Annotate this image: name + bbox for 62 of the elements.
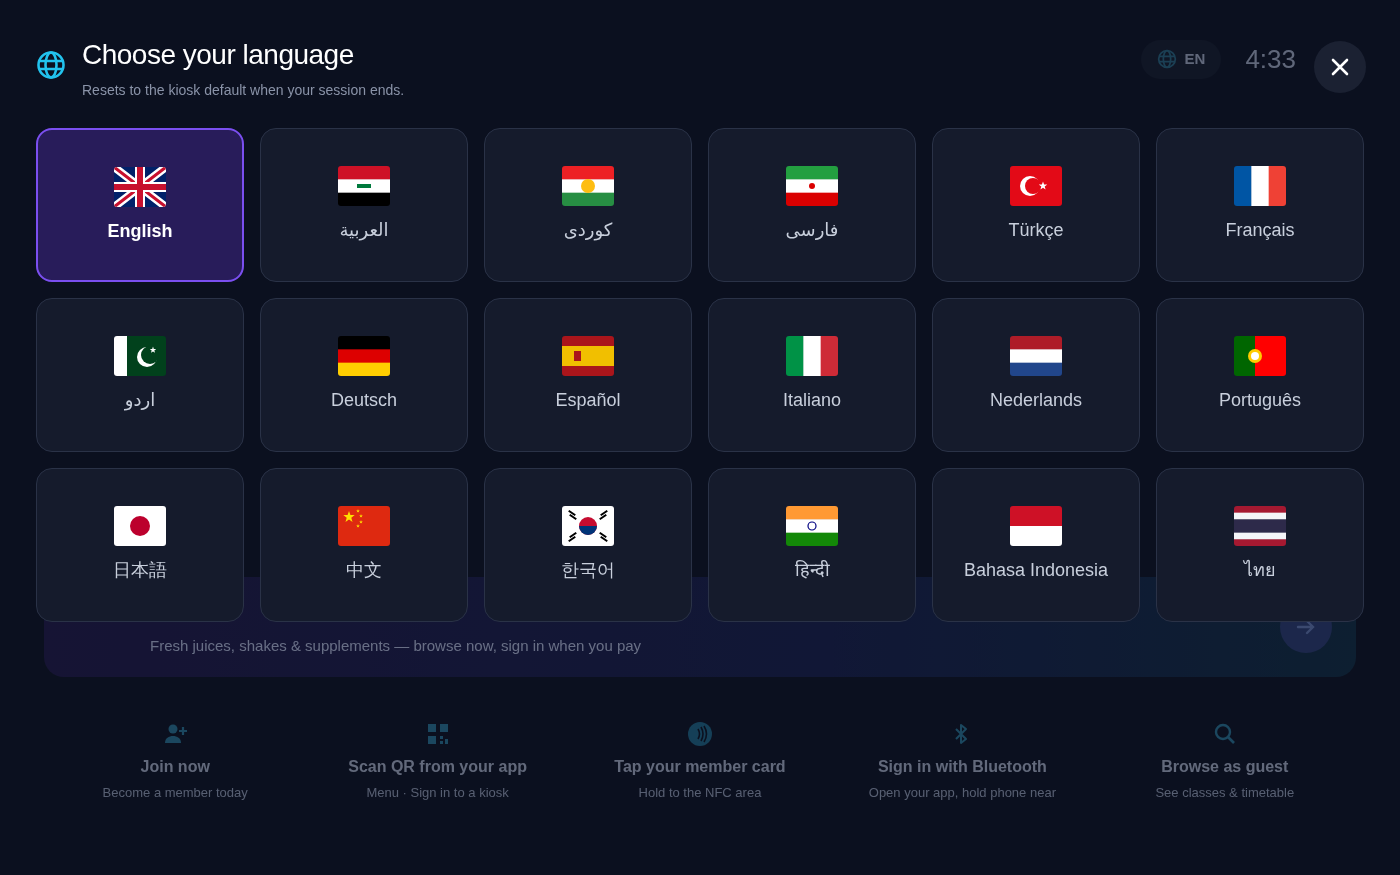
order-subtitle: Fresh juices, shakes & supplements — browse now, sign in when you pay (150, 636, 642, 656)
action-subtitle: Open your app, hold phone near (868, 784, 1056, 802)
language-option[interactable]: Nederlands (932, 298, 1140, 452)
language-option[interactable]: کوردی (484, 128, 692, 282)
flag-icon (786, 166, 838, 206)
language-label: Español (555, 389, 621, 412)
action-subtitle: Become a member today (102, 784, 248, 802)
language-option[interactable]: ไทย (1156, 468, 1364, 622)
tricolour-flag-icon (1010, 336, 1062, 376)
language-label: Português (1218, 389, 1302, 412)
action-subtitle: Hold to the NFC area (638, 784, 762, 802)
flag-icon (1010, 506, 1062, 546)
language-option[interactable]: 中文 (260, 468, 468, 622)
language-label: Nederlands (989, 389, 1083, 412)
language-label: English (107, 220, 173, 243)
crescent-flag-icon (1010, 166, 1062, 206)
dialog-title: Choose your language (82, 38, 355, 72)
language-label: Deutsch (330, 389, 397, 412)
flag-icon (562, 506, 614, 546)
globe-icon (1156, 49, 1177, 70)
language-option[interactable]: Türkçe (932, 128, 1140, 282)
tricolour-flag-icon (786, 506, 838, 546)
striped-flag-icon (1234, 506, 1286, 546)
language-label: Türkçe (1008, 219, 1064, 242)
language-label: فارسی (785, 219, 839, 242)
action-subtitle: See classes & timetable (1155, 784, 1295, 802)
union-flag-icon (114, 167, 166, 207)
language-label: العربية (339, 219, 389, 242)
language-label: Français (1225, 219, 1295, 242)
crescent-flag-icon (114, 336, 166, 376)
language-label: Italiano (782, 389, 841, 412)
language-option[interactable]: 日本語 (36, 468, 244, 622)
language-option[interactable]: 한국어 (484, 468, 692, 622)
language-option[interactable]: English (36, 128, 244, 282)
flag-icon (562, 336, 614, 376)
globe-icon (36, 50, 66, 80)
tricolour-flag-icon (338, 336, 390, 376)
tricolour-flag-icon (1234, 166, 1286, 206)
flag-icon (562, 166, 614, 206)
tricolour-flag-icon (786, 336, 838, 376)
language-option[interactable]: Français (1156, 128, 1364, 282)
star-flag-icon (338, 506, 390, 546)
contactless-icon (686, 721, 713, 747)
language-option[interactable]: Português (1156, 298, 1364, 452)
language-option[interactable]: हिन्दी (708, 468, 916, 622)
language-option[interactable]: Bahasa Indonesia (932, 468, 1140, 622)
flag-icon (1234, 336, 1286, 376)
language-option[interactable]: Deutsch (260, 298, 468, 452)
clock: 4:33 (1245, 43, 1296, 76)
circle-flag-icon (114, 506, 166, 546)
language-option[interactable]: فارسی (708, 128, 916, 282)
flag-icon (338, 166, 390, 206)
action-subtitle: Menu · Sign in to a kiosk (366, 784, 509, 802)
language-option[interactable]: Español (484, 298, 692, 452)
close-icon (1330, 57, 1350, 77)
language-option[interactable]: العربية (260, 128, 468, 282)
language-option[interactable]: Italiano (708, 298, 916, 452)
dialog-subtitle: Resets to the kiosk default when your session ends. (82, 81, 405, 100)
language-label: اردو (124, 389, 156, 412)
language-option[interactable]: اردو (36, 298, 244, 452)
close-button[interactable] (1314, 41, 1366, 93)
language-label: کوردی (563, 219, 613, 242)
